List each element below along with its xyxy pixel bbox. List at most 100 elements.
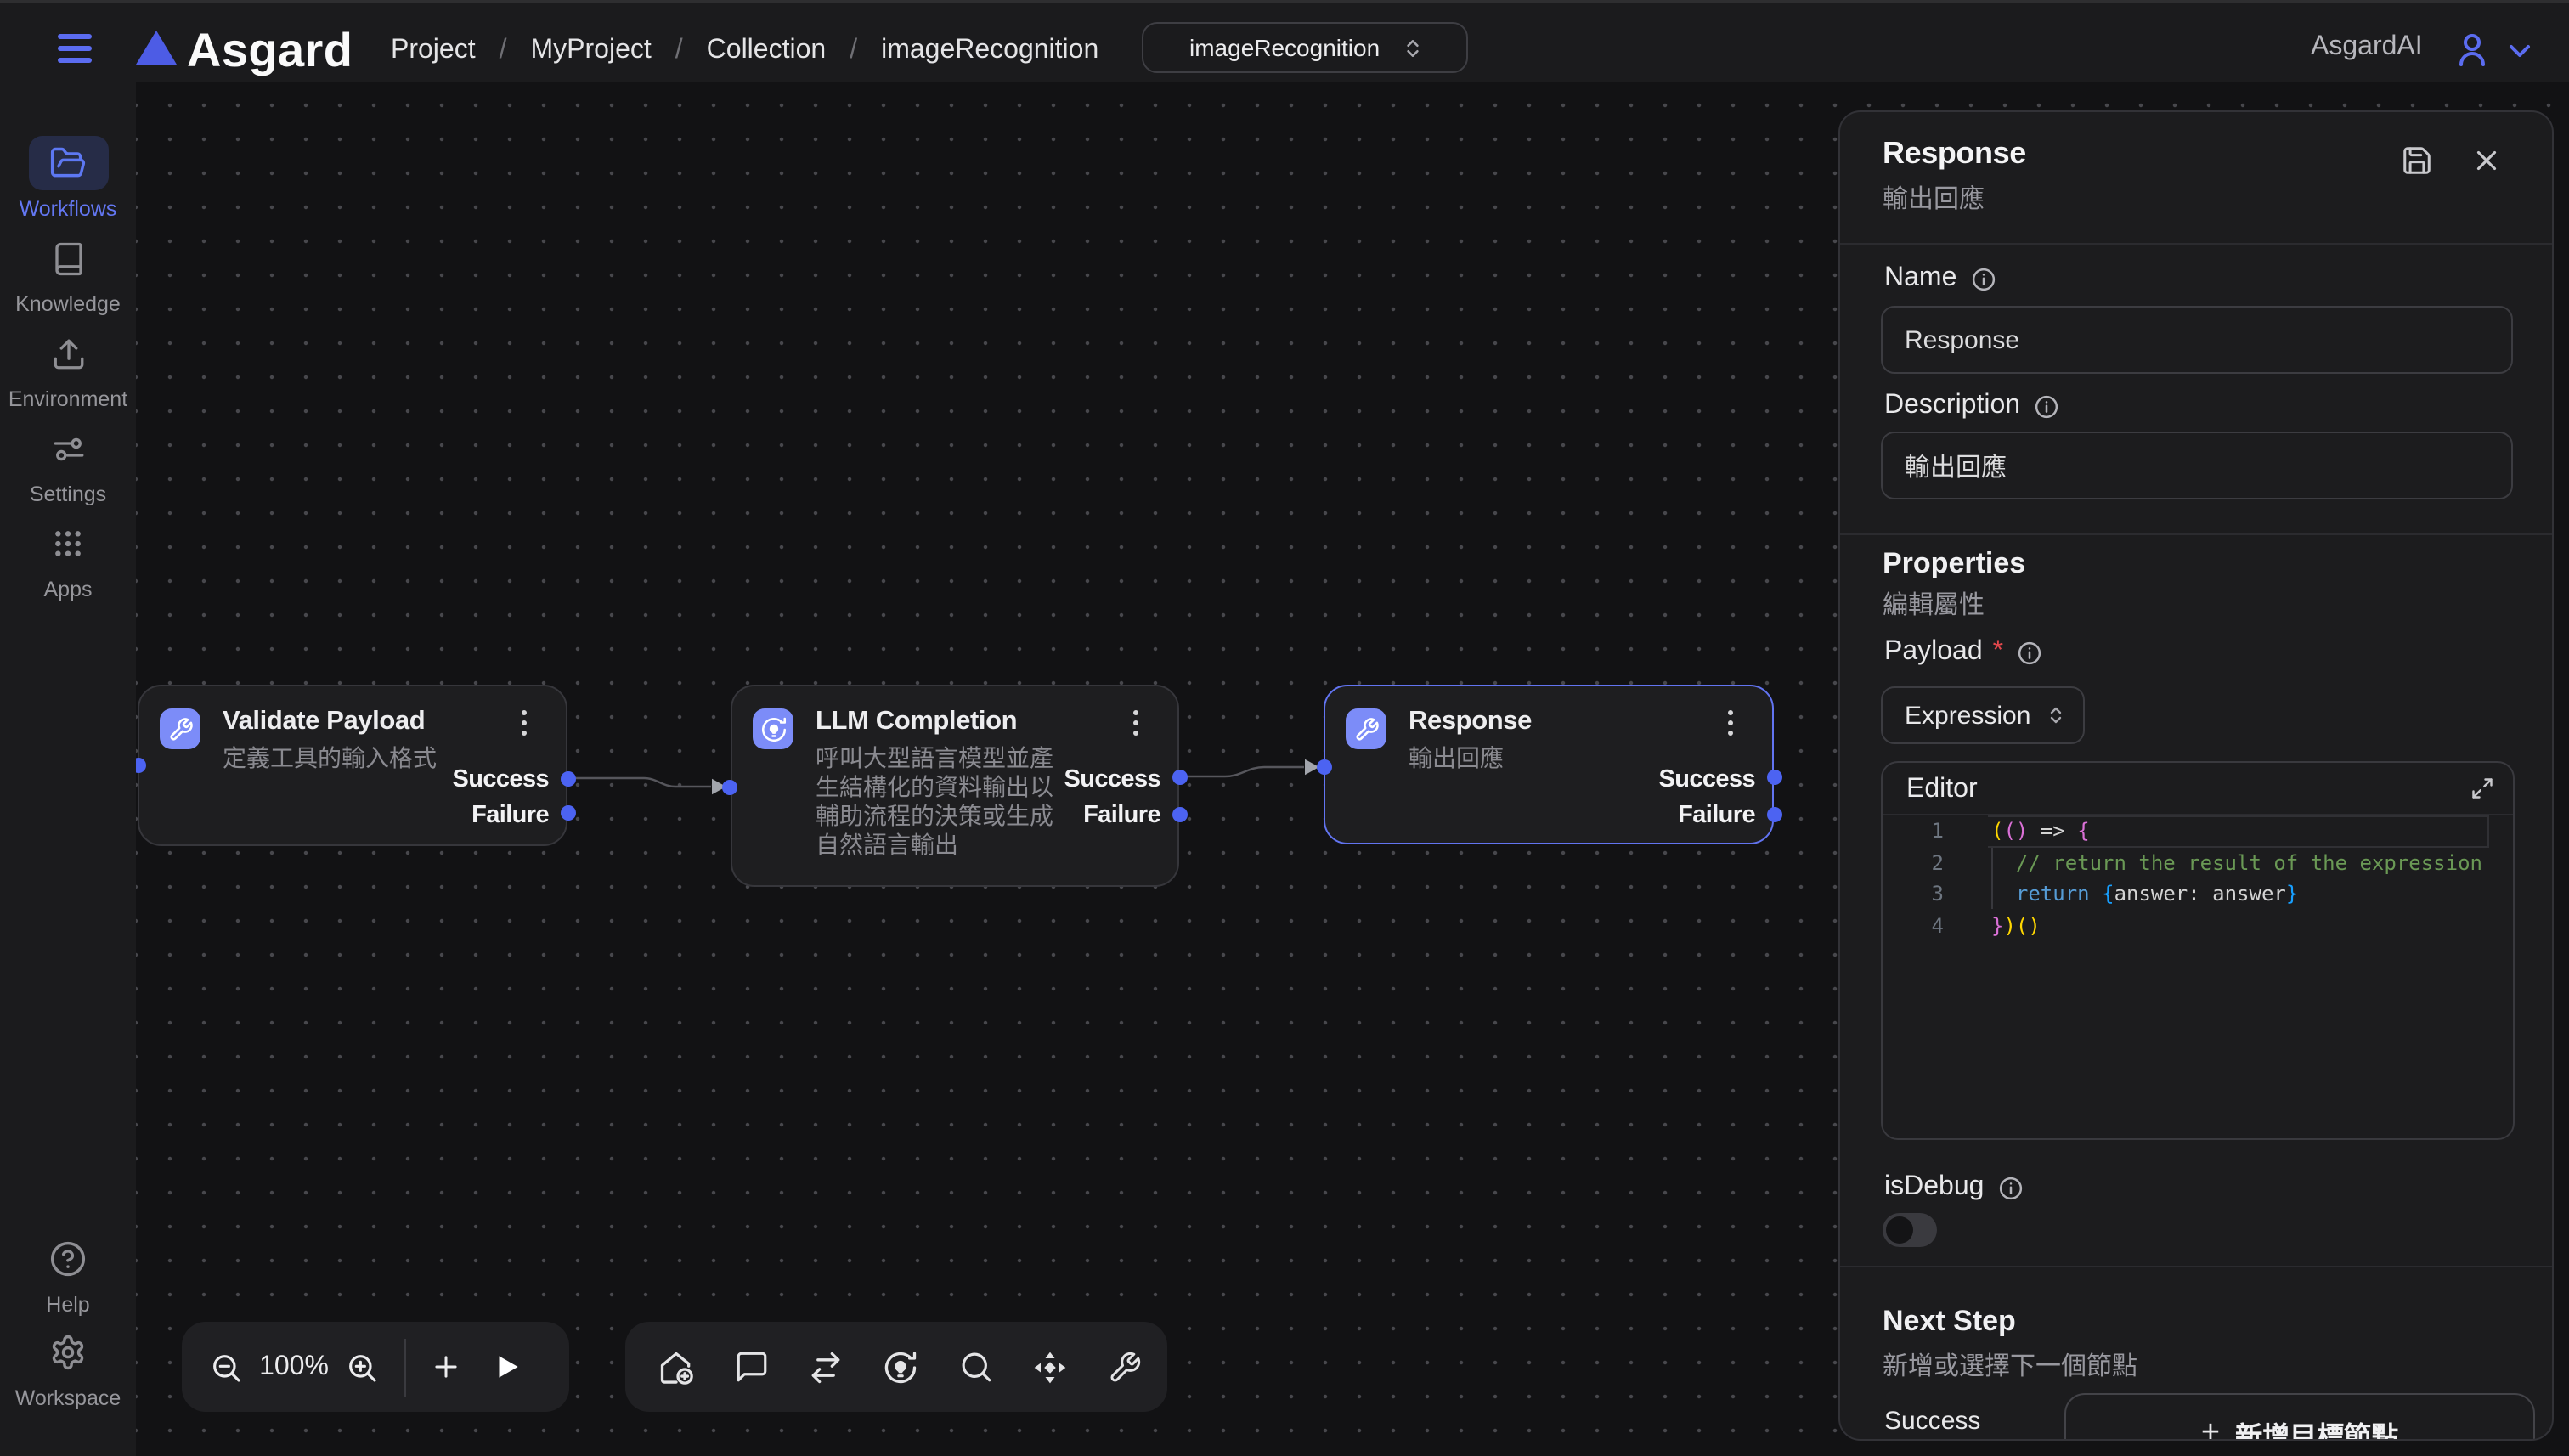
output-port-success[interactable] <box>1172 769 1188 784</box>
add-home-button[interactable] <box>639 1348 714 1385</box>
output-port-failure[interactable] <box>561 804 576 820</box>
fit-view-button[interactable] <box>1013 1348 1087 1385</box>
close-icon <box>2470 144 2503 177</box>
sidebar-item-knowledge[interactable]: Knowledge <box>0 231 136 316</box>
bulb-sync-icon <box>759 714 788 743</box>
gear-icon <box>49 1334 87 1371</box>
sliders-icon <box>50 431 86 466</box>
breadcrumb-project[interactable]: Project <box>391 32 476 70</box>
node-config-panel: Response 輸出回應 Name Description Propertie… <box>1838 110 2554 1441</box>
account-name[interactable]: AsgardAI <box>2311 32 2423 63</box>
node-description: 定義工具的輸入格式 <box>223 744 477 773</box>
sidebar-item-help[interactable]: Help <box>0 1232 136 1317</box>
zoom-toolbar: 100% <box>182 1322 569 1412</box>
help-circle-icon <box>49 1240 87 1278</box>
zoom-out-icon <box>209 1350 243 1384</box>
node-menu-icon[interactable] <box>508 703 539 741</box>
output-port-success[interactable] <box>1766 769 1781 784</box>
comments-button[interactable] <box>714 1349 788 1385</box>
payload-type-value: Expression <box>1905 701 2030 730</box>
run-workflow-button[interactable] <box>476 1351 537 1383</box>
upload-icon <box>50 336 86 371</box>
properties-title: Properties <box>1883 547 2025 581</box>
input-port[interactable] <box>722 779 737 794</box>
code-area[interactable]: 1(() => {2 // return the result of the e… <box>1883 815 2513 1140</box>
port-label-success: Success <box>453 766 550 793</box>
chevrons-up-down-icon <box>1402 37 1424 59</box>
payload-type-select[interactable]: Expression <box>1881 686 2085 744</box>
name-field-label: Name <box>1884 263 1996 294</box>
node-llm-completion[interactable]: LLM Completion 呼叫大型語言模型並產生結構化的資料輸出以輔助流程的… <box>731 685 1179 887</box>
breadcrumb-collection[interactable]: Collection <box>707 32 827 70</box>
output-port-failure[interactable] <box>1172 807 1188 822</box>
add-node-button[interactable] <box>415 1351 476 1383</box>
swap-connections-button[interactable] <box>788 1348 863 1385</box>
close-panel-button[interactable] <box>2470 144 2503 177</box>
grid-dots-icon <box>51 527 85 561</box>
sidebar-item-workspace[interactable]: Workspace <box>0 1325 136 1410</box>
home-plus-icon <box>658 1348 695 1385</box>
plus-icon: + <box>2201 1419 2220 1441</box>
save-icon <box>2401 144 2433 177</box>
sidebar-item-label: Knowledge <box>15 292 121 316</box>
node-title: Response <box>1409 707 1532 737</box>
sidebar-item-label: Environment <box>8 387 127 411</box>
breadcrumb-separator: / <box>500 32 507 70</box>
sidebar-item-environment[interactable]: Environment <box>0 326 136 411</box>
save-button[interactable] <box>2401 144 2433 177</box>
node-title: Validate Payload <box>223 707 425 737</box>
panel-title: Response <box>1883 136 2026 172</box>
next-step-subtitle: 新增或選擇下一個節點 <box>1883 1347 2137 1383</box>
window-top-edge <box>0 0 2569 3</box>
zoom-level: 100% <box>257 1352 331 1382</box>
user-icon[interactable] <box>2452 29 2493 70</box>
zoom-out-button[interactable] <box>195 1350 257 1384</box>
output-port-failure[interactable] <box>1766 807 1781 822</box>
breadcrumb-separator: / <box>675 32 683 70</box>
port-label-success: Success <box>1064 766 1161 793</box>
workflow-tools-button[interactable] <box>1087 1350 1162 1384</box>
node-menu-icon[interactable] <box>1714 703 1745 741</box>
breadcrumb-workflow[interactable]: imageRecognition <box>881 32 1098 70</box>
sidebar: Workflows Knowledge Environment Settings… <box>0 82 136 1456</box>
name-input[interactable] <box>1881 306 2513 374</box>
output-port-success[interactable] <box>561 770 576 786</box>
fit-view-icon <box>1031 1348 1069 1385</box>
input-port[interactable] <box>136 758 145 773</box>
node-response[interactable]: Response 輸出回應 Success Failure <box>1324 685 1774 844</box>
breadcrumb: Project / MyProject / Collection / image… <box>391 32 1098 70</box>
sidebar-item-label: Help <box>46 1293 89 1317</box>
auto-complete-button[interactable] <box>863 1348 938 1385</box>
sidebar-item-settings[interactable]: Settings <box>0 421 136 506</box>
expand-editor-button[interactable] <box>2470 776 2494 800</box>
search-icon <box>957 1349 993 1385</box>
search-nodes-button[interactable] <box>938 1349 1013 1385</box>
hamburger-menu-icon[interactable] <box>58 34 92 63</box>
maximize-icon <box>2470 776 2494 800</box>
logo-triangle-icon <box>136 31 177 65</box>
sidebar-item-label: Workflows <box>20 197 117 221</box>
code-line: 4})() <box>1883 910 2513 941</box>
workflow-selector[interactable]: imageRecognition <box>1142 22 1468 73</box>
sidebar-item-apps[interactable]: Apps <box>0 516 136 601</box>
port-label-success: Success <box>1659 766 1756 793</box>
panel-subtitle: 輸出回應 <box>1883 180 1985 216</box>
description-input[interactable] <box>1881 432 2513 499</box>
add-target-node-button[interactable]: + 新增目標節點 <box>2064 1393 2535 1441</box>
breadcrumb-separator: / <box>850 32 857 70</box>
sidebar-item-workflows[interactable]: Workflows <box>0 136 136 221</box>
node-validate-payload[interactable]: Validate Payload 定義工具的輸入格式 Success Failu… <box>138 685 567 846</box>
node-menu-icon[interactable] <box>1120 703 1150 741</box>
brand-title: Asgard <box>187 22 353 80</box>
node-description: 輸出回應 <box>1409 744 1663 773</box>
zoom-in-button[interactable] <box>331 1350 392 1384</box>
input-port[interactable] <box>1316 759 1331 775</box>
chevron-down-icon[interactable] <box>2503 34 2537 68</box>
code-line: 2 // return the result of the expression <box>1883 847 2513 878</box>
sidebar-item-label: Settings <box>30 483 106 506</box>
breadcrumb-myproject[interactable]: MyProject <box>531 32 652 70</box>
isdebug-field-label: isDebug <box>1884 1172 2023 1203</box>
payload-field-label: Payload * <box>1884 637 2042 668</box>
isdebug-toggle[interactable] <box>1883 1213 1937 1247</box>
info-icon <box>1997 1175 2023 1200</box>
